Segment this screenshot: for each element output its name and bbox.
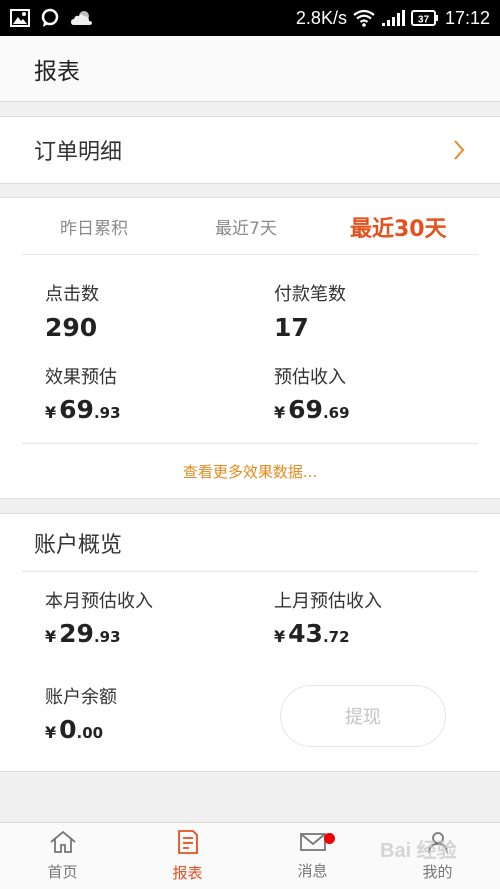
divider: [22, 571, 478, 572]
amount-decimal: .72: [322, 628, 350, 646]
last-month-income-stat: 上月预估收入 ¥ 43 .72: [274, 591, 382, 648]
account-overview-card: 账户概览 本月预估收入 ¥ 29 .93 上月预估收入 ¥ 43 .72 账户余…: [0, 513, 500, 772]
tab-last-7-days[interactable]: 最近7天: [215, 198, 277, 255]
svg-text:37: 37: [418, 15, 430, 26]
period-tabs: 昨日累积 最近7天 最近30天: [22, 198, 478, 255]
amount-integer: 69: [59, 395, 94, 424]
nav-messages-label: 消息: [297, 862, 328, 880]
nav-messages[interactable]: 消息: [250, 823, 375, 889]
nav-report-label: 报表: [172, 864, 203, 882]
cloud-icon: [70, 9, 94, 27]
balance-value: ¥ 0 .00: [45, 715, 117, 744]
amount-integer: 69: [288, 395, 323, 424]
watermark: Bai 经验: [380, 840, 457, 862]
estimated-income-value: ¥ 69 .69: [274, 395, 350, 424]
nav-mine-label: 我的: [422, 863, 453, 881]
last-month-income-value: ¥ 43 .72: [274, 619, 382, 648]
effect-estimate-stat: 效果预估 ¥ 69 .93: [45, 367, 121, 424]
app-header: 报表: [0, 36, 500, 102]
balance-stat: 账户余额 ¥ 0 .00: [45, 687, 117, 744]
account-overview-title: 账户概览: [34, 532, 123, 558]
image-icon: [10, 9, 30, 27]
wifi-icon: [353, 9, 375, 27]
clock: 17:12: [444, 7, 490, 28]
clicks-stat: 点击数 290: [45, 284, 99, 344]
amount-integer: 0: [59, 715, 77, 744]
mail-icon: [299, 831, 327, 857]
effect-estimate-label: 效果预估: [45, 367, 117, 388]
payments-label: 付款笔数: [274, 284, 346, 305]
order-details-label: 订单明细: [34, 140, 123, 165]
status-bar: 2.8K/s 37 17:12: [0, 0, 500, 36]
nav-home-label: 首页: [47, 863, 78, 881]
nav-report[interactable]: 报表: [125, 823, 250, 889]
currency-symbol: ¥: [45, 627, 57, 646]
estimated-income-label: 预估收入: [274, 367, 346, 388]
report-icon: [176, 829, 200, 859]
chevron-right-icon: [452, 139, 466, 161]
effect-estimate-value: ¥ 69 .93: [45, 395, 121, 424]
last-month-income-label: 上月预估收入: [274, 591, 382, 612]
tab-last-30-days[interactable]: 最近30天: [350, 198, 447, 255]
amount-decimal: .69: [322, 404, 350, 422]
clicks-value: 290: [45, 313, 98, 342]
nav-home[interactable]: 首页: [0, 823, 125, 889]
payments-stat: 付款笔数 17: [274, 284, 346, 344]
this-month-income-value: ¥ 29 .93: [45, 619, 153, 648]
amount-decimal: .93: [93, 628, 121, 646]
withdraw-button[interactable]: 提现: [280, 685, 446, 747]
page-title: 报表: [34, 58, 80, 85]
currency-symbol: ¥: [274, 403, 286, 422]
amount-integer: 29: [59, 619, 94, 648]
this-month-income-stat: 本月预估收入 ¥ 29 .93: [45, 591, 153, 648]
balance-label: 账户余额: [45, 687, 117, 708]
tab-yesterday[interactable]: 昨日累积: [60, 198, 128, 255]
stats-card: 昨日累积 最近7天 最近30天 点击数 290 付款笔数 17 效果预估 ¥ 6…: [0, 197, 500, 499]
home-icon: [49, 830, 77, 858]
currency-symbol: ¥: [45, 723, 57, 742]
more-effect-data-link[interactable]: 查看更多效果数据...: [22, 443, 478, 499]
order-details-row[interactable]: 订单明细: [0, 116, 500, 184]
battery-icon: 37: [410, 9, 439, 27]
network-speed: 2.8K/s: [295, 7, 347, 28]
clicks-label: 点击数: [45, 284, 99, 305]
currency-symbol: ¥: [45, 403, 57, 422]
unread-badge-dot: [324, 833, 335, 844]
signal-icon: [381, 9, 405, 27]
currency-symbol: ¥: [274, 627, 286, 646]
chat-bubble-icon: [40, 8, 60, 28]
payments-value: 17: [274, 313, 309, 342]
amount-decimal: .00: [76, 724, 104, 742]
amount-decimal: .93: [93, 404, 121, 422]
amount-integer: 43: [288, 619, 323, 648]
estimated-income-stat: 预估收入 ¥ 69 .69: [274, 367, 350, 424]
this-month-income-label: 本月预估收入: [45, 591, 153, 612]
